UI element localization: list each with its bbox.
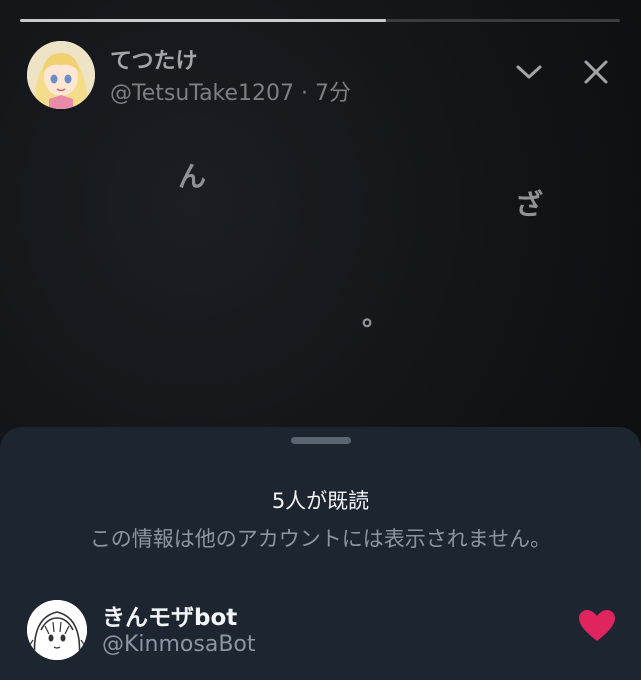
viewer-list-item[interactable]: きんモザbot @KinmosaBot — [0, 592, 641, 680]
story-text-fragment: ざ — [515, 188, 544, 221]
author-avatar[interactable] — [27, 41, 95, 109]
sheet-drag-handle[interactable] — [291, 437, 351, 444]
viewer-avatar-image — [27, 600, 87, 660]
close-icon[interactable] — [578, 54, 614, 90]
viewer-avatar[interactable] — [27, 600, 87, 660]
story-text-fragment: 。 — [362, 302, 389, 332]
privacy-note: この情報は他のアカウントには表示されません。 — [89, 527, 552, 551]
author-display-name[interactable]: てつたけ — [110, 43, 198, 75]
read-count-title: 5人が既読 — [271, 489, 370, 513]
story-progress-fill — [20, 19, 386, 22]
story-text-fragment: ん — [178, 160, 207, 193]
story-progress-bar — [20, 19, 620, 22]
viewer-handle[interactable]: @KinmosaBot — [102, 632, 256, 657]
meta-separator: · — [294, 81, 316, 106]
author-avatar-image — [27, 41, 95, 109]
author-meta: @TetsuTake1207 · 7分 — [110, 75, 351, 107]
chevron-down-icon[interactable] — [511, 54, 547, 90]
viewer-display-name[interactable]: きんモザbot — [102, 598, 237, 632]
heart-icon — [578, 609, 616, 643]
read-receipts-sheet: 5人が既読 この情報は他のアカウントには表示されません。 きんモザbot @Ki… — [0, 427, 641, 680]
post-time: 7分 — [315, 81, 352, 106]
author-handle[interactable]: @TetsuTake1207 — [110, 81, 294, 106]
story-viewer: てつたけ @TetsuTake1207 · 7分 ん ざ 。 5人が既読 この情… — [0, 0, 641, 680]
